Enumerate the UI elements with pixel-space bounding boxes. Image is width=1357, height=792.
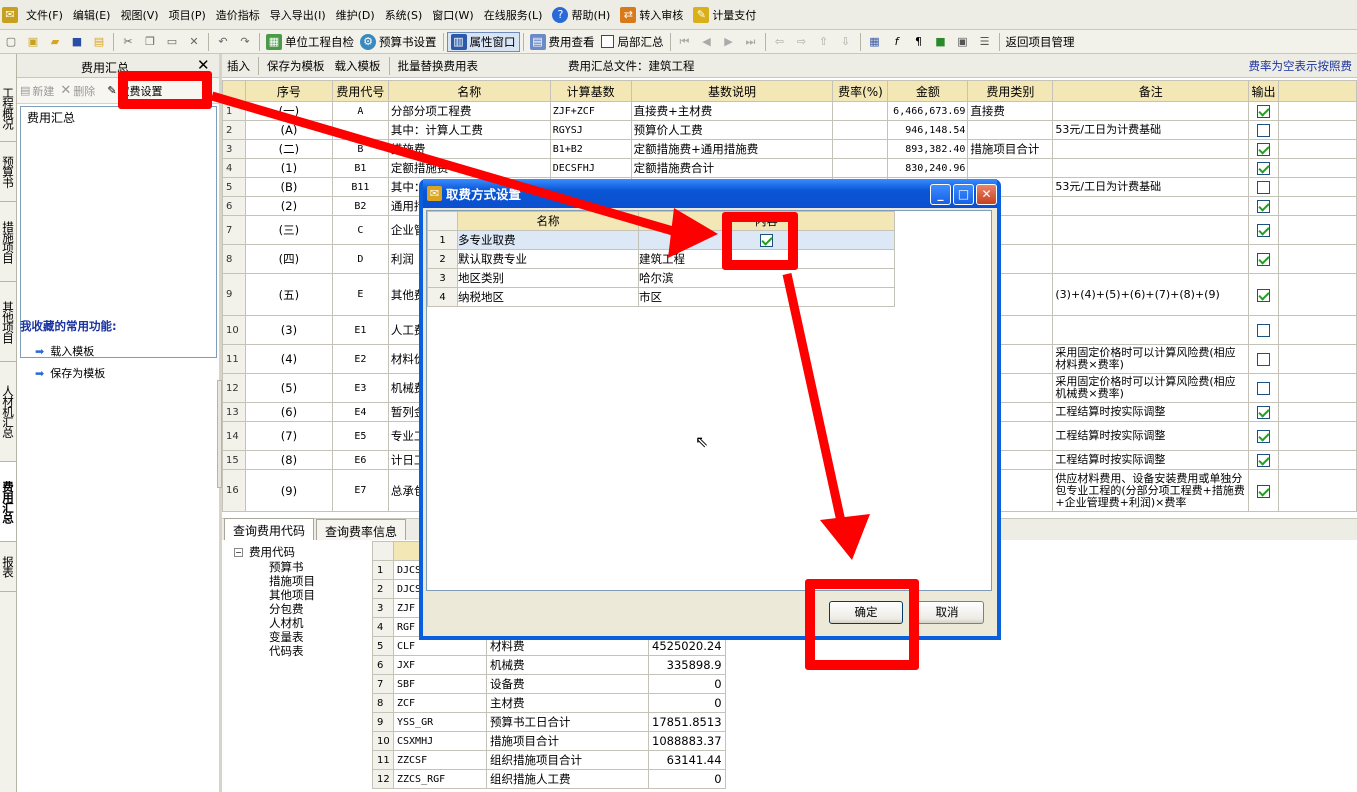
arrow-line-2 xyxy=(782,273,847,527)
annotation-arrows xyxy=(210,91,870,560)
arrow-line-1 xyxy=(210,91,692,241)
arrow-head-1 xyxy=(668,208,718,258)
arrow-head-2 xyxy=(820,514,870,560)
